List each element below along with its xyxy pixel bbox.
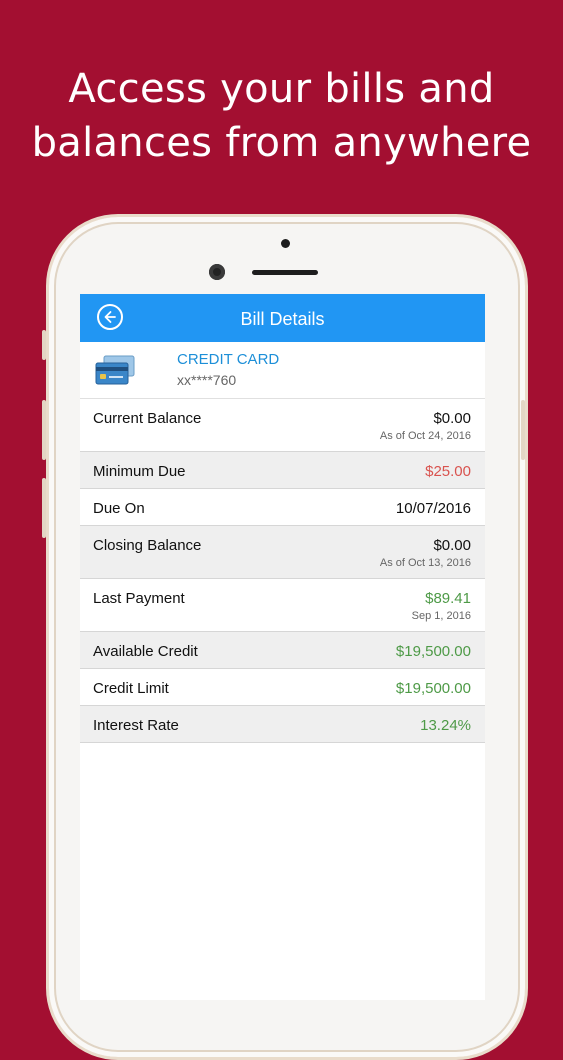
- interest-rate-value: 13.24%: [420, 717, 471, 734]
- phone-mute-switch: [42, 330, 46, 360]
- credit-limit-label: Credit Limit: [93, 680, 169, 697]
- headline-line-2: balances from anywhere: [31, 120, 532, 166]
- phone-sensor: [281, 239, 290, 248]
- last-payment-label: Last Payment: [93, 590, 185, 607]
- current-balance-value: $0.00: [433, 410, 471, 427]
- phone-power-button: [521, 400, 525, 460]
- due-on-value: 10/07/2016: [395, 500, 471, 517]
- row-due-on: Due On 10/07/2016: [80, 489, 485, 526]
- row-closing-balance: Closing Balance $0.00 As of Oct 13, 2016: [80, 526, 485, 579]
- credit-limit-value: $19,500.00: [395, 680, 471, 697]
- account-number: xx****760: [177, 372, 237, 388]
- account-header: CREDIT CARD xx****760: [80, 342, 485, 399]
- closing-balance-date: As of Oct 13, 2016: [379, 557, 471, 569]
- row-current-balance: Current Balance $0.00 As of Oct 24, 2016: [80, 399, 485, 452]
- headline-line-1: Access your bills and: [68, 66, 495, 112]
- minimum-due-label: Minimum Due: [93, 463, 186, 480]
- row-minimum-due: Minimum Due $25.00: [80, 452, 485, 489]
- page-title: Bill Details: [240, 309, 325, 329]
- phone-volume-down: [42, 478, 46, 538]
- available-credit-value: $19,500.00: [395, 643, 471, 660]
- phone-front-camera: [209, 264, 225, 280]
- account-type: CREDIT CARD: [177, 351, 280, 368]
- row-credit-limit: Credit Limit $19,500.00: [80, 669, 485, 706]
- current-balance-label: Current Balance: [93, 410, 202, 427]
- interest-rate-label: Interest Rate: [93, 717, 179, 734]
- row-last-payment: Last Payment $89.41 Sep 1, 2016: [80, 579, 485, 632]
- due-on-label: Due On: [93, 500, 145, 517]
- current-balance-date: As of Oct 24, 2016: [379, 430, 471, 442]
- closing-balance-label: Closing Balance: [93, 537, 202, 554]
- marketing-headline: Access your bills and balances from anyw…: [0, 62, 563, 170]
- credit-card-icon: [95, 355, 135, 385]
- last-payment-date: Sep 1, 2016: [411, 610, 471, 622]
- row-interest-rate: Interest Rate 13.24%: [80, 706, 485, 743]
- app-screen: Bill Details CREDIT CARD xx****760 Curre…: [80, 294, 485, 1000]
- nav-bar: Bill Details: [80, 294, 485, 342]
- last-payment-value: $89.41: [425, 590, 471, 607]
- closing-balance-value: $0.00: [433, 537, 471, 554]
- minimum-due-value: $25.00: [425, 463, 471, 480]
- phone-speaker: [252, 270, 318, 275]
- available-credit-label: Available Credit: [93, 643, 198, 660]
- phone-volume-up: [42, 400, 46, 460]
- row-available-credit: Available Credit $19,500.00: [80, 632, 485, 669]
